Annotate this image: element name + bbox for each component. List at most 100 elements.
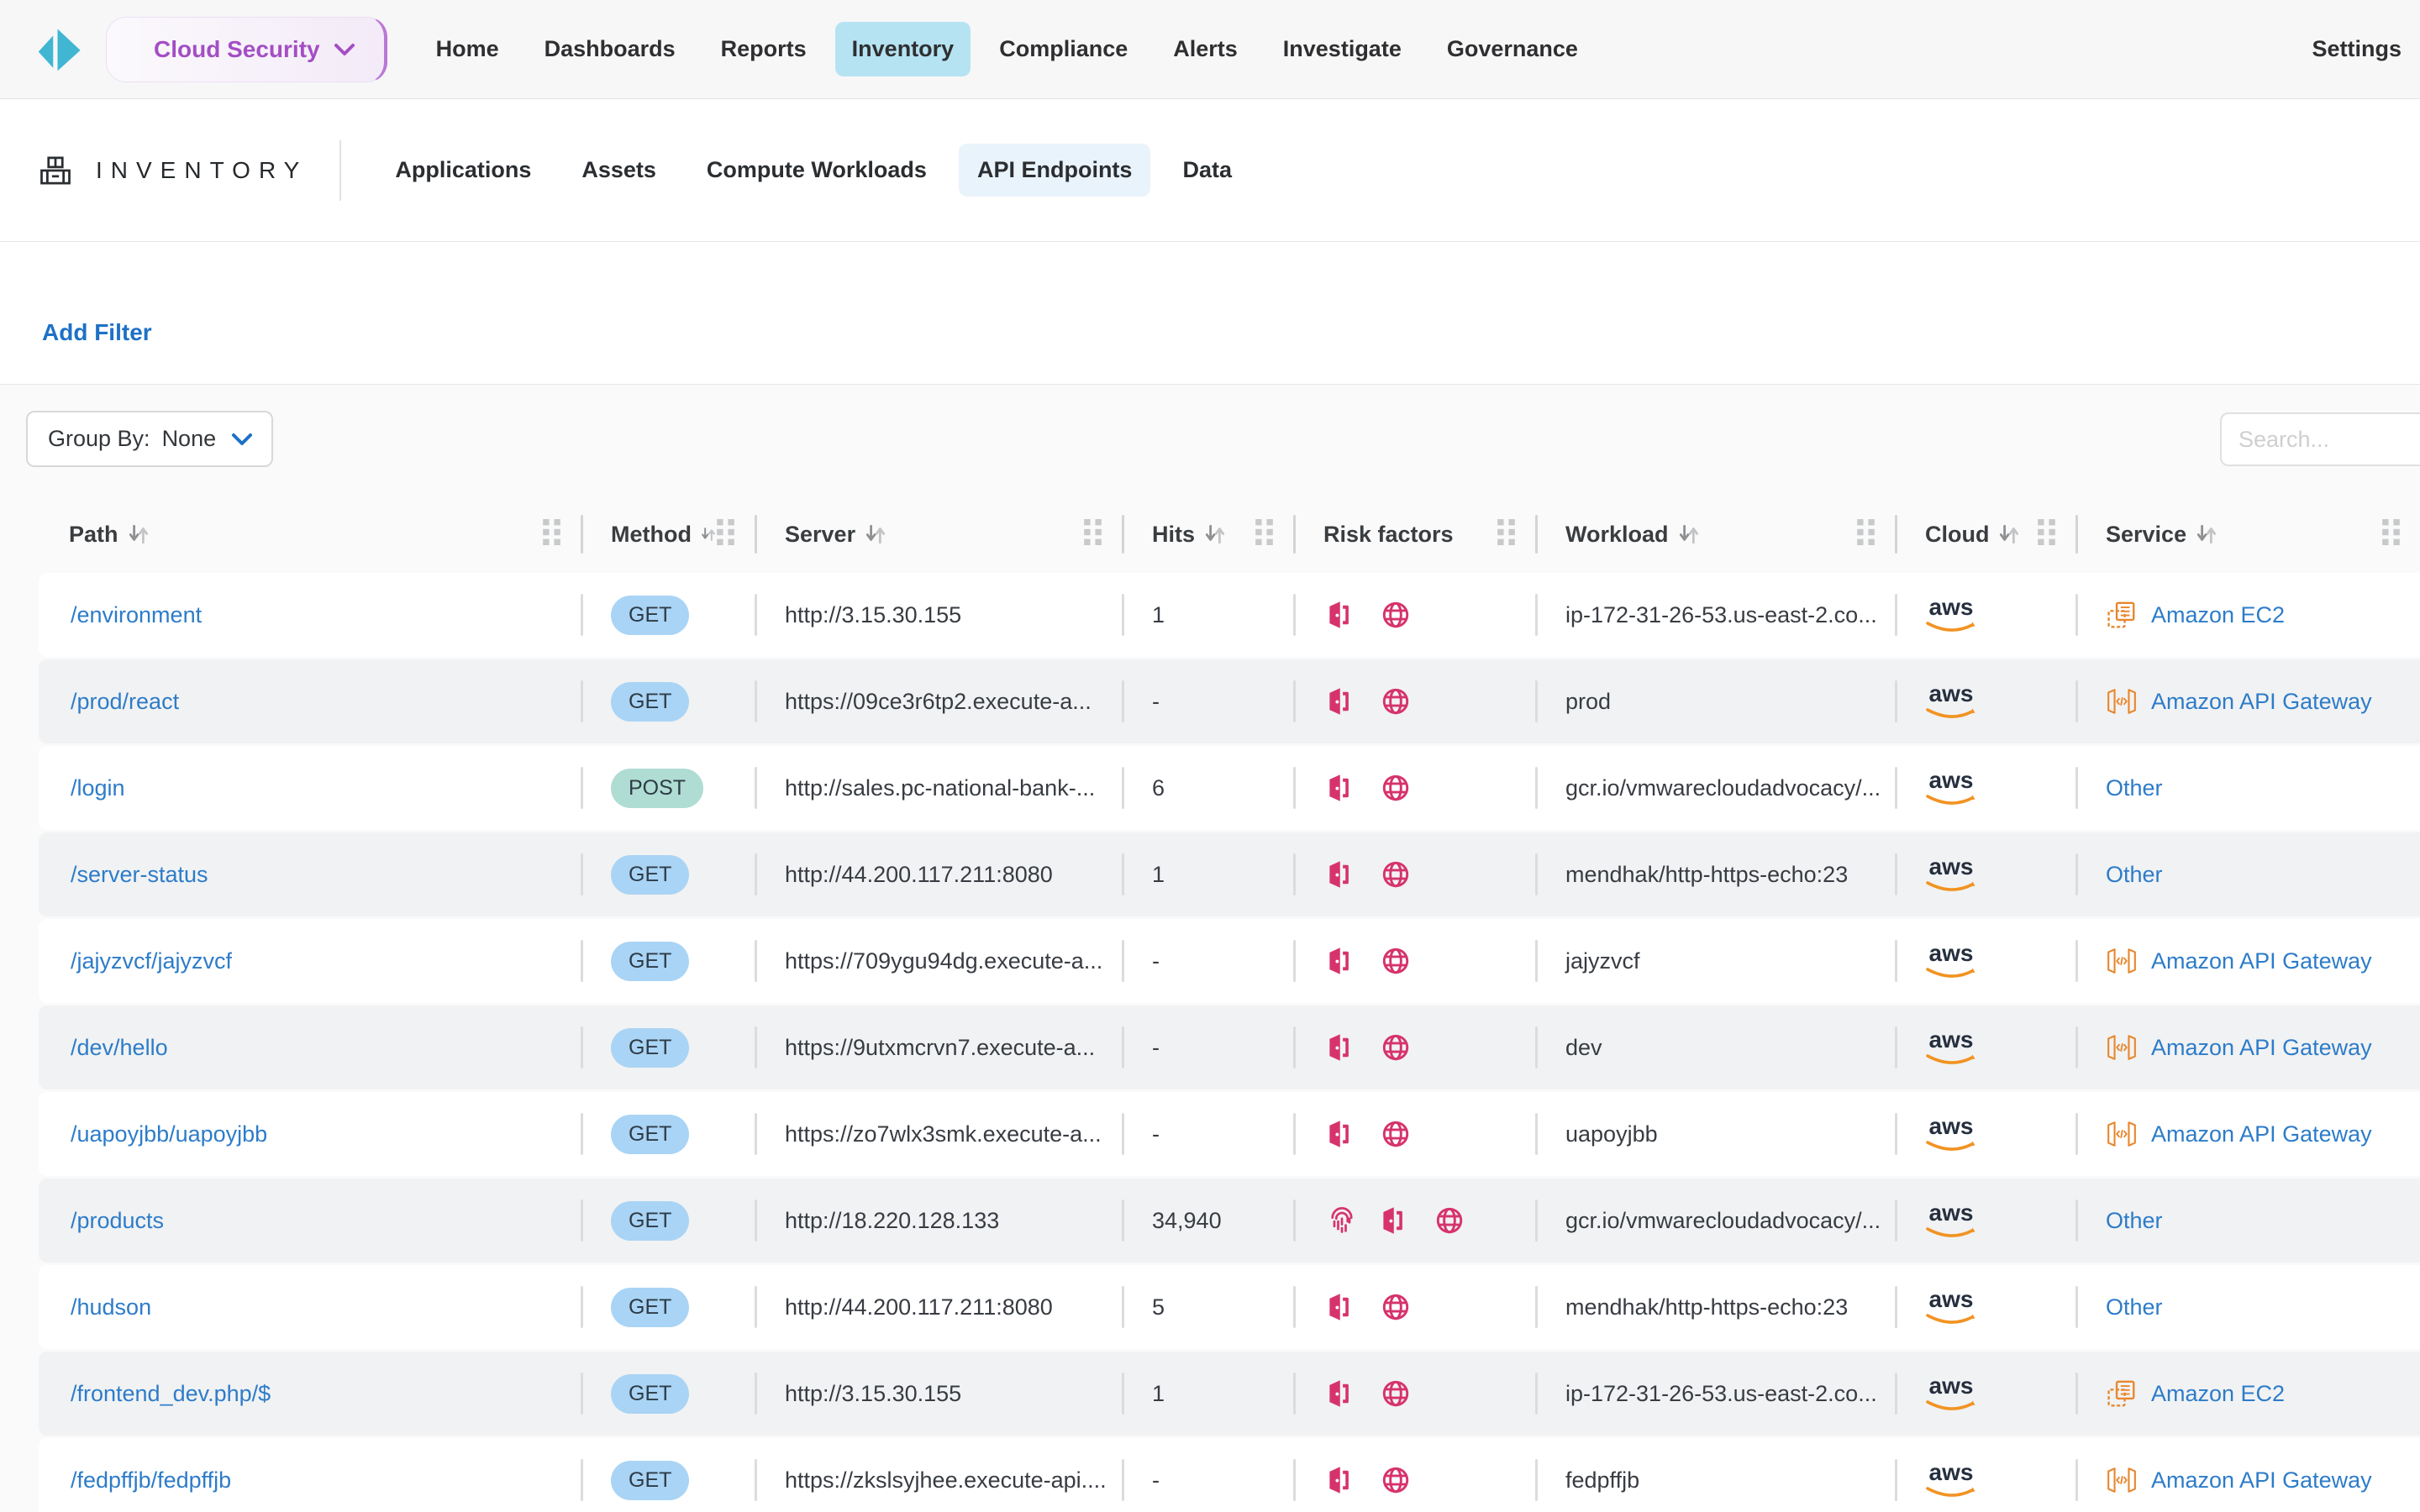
column-drag-handle[interactable] bbox=[1084, 519, 1102, 549]
aws-cloud-icon: aws bbox=[1925, 769, 1977, 807]
nav-item-compliance[interactable]: Compliance bbox=[982, 22, 1144, 76]
cell-workload: fedpffjb bbox=[1535, 1438, 1895, 1512]
sort-icon[interactable] bbox=[1997, 522, 2021, 546]
cell-service: Amazon API Gateway bbox=[2075, 1005, 2420, 1089]
service-link[interactable]: Amazon API Gateway bbox=[2151, 1121, 2372, 1147]
cell-hits: 5 bbox=[1122, 1265, 1293, 1349]
cell-risk-factors bbox=[1293, 919, 1535, 1003]
nav-item-governance[interactable]: Governance bbox=[1430, 22, 1595, 76]
sort-icon[interactable] bbox=[700, 522, 717, 546]
service-link[interactable]: Amazon EC2 bbox=[2151, 1381, 2285, 1407]
cell-service: Other bbox=[2075, 746, 2420, 830]
column-drag-handle[interactable] bbox=[543, 519, 560, 549]
amazon-api-gateway-icon bbox=[2106, 1032, 2138, 1063]
nav-item-reports[interactable]: Reports bbox=[704, 22, 823, 76]
tab-data[interactable]: Data bbox=[1164, 144, 1250, 197]
cell-server: https://09ce3r6tp2.execute-a... bbox=[755, 659, 1122, 743]
main-nav: Home Dashboards Reports Inventory Compli… bbox=[419, 22, 1595, 76]
tab-compute-workloads[interactable]: Compute Workloads bbox=[688, 144, 945, 197]
path-link[interactable]: /login bbox=[71, 775, 125, 801]
cell-path: /fedpffjb/fedpffjb bbox=[39, 1438, 581, 1512]
nav-item-settings[interactable]: Settings bbox=[2312, 36, 2407, 62]
product-switcher[interactable]: Cloud Security bbox=[106, 17, 387, 82]
drag-handle-icon[interactable] bbox=[1857, 519, 1875, 545]
filter-band: Add Filter bbox=[0, 242, 2420, 385]
cell-method: GET bbox=[581, 1265, 755, 1349]
path-link[interactable]: /frontend_dev.php/$ bbox=[71, 1381, 271, 1407]
open-door-risk-icon bbox=[1327, 600, 1357, 630]
table-row: /server-status GET http://44.200.117.211… bbox=[39, 832, 2420, 916]
service-link[interactable]: Amazon API Gateway bbox=[2151, 689, 2372, 715]
tab-applications[interactable]: Applications bbox=[376, 144, 550, 197]
service-link[interactable]: Amazon API Gateway bbox=[2151, 948, 2372, 974]
column-drag-handle[interactable] bbox=[1857, 519, 1875, 549]
nav-item-alerts[interactable]: Alerts bbox=[1156, 22, 1255, 76]
service-link[interactable]: Other bbox=[2106, 862, 2163, 888]
path-link[interactable]: /dev/hello bbox=[71, 1035, 168, 1061]
cell-service: Amazon EC2 bbox=[2075, 573, 2420, 657]
path-link[interactable]: /server-status bbox=[71, 862, 208, 888]
add-filter-button[interactable]: Add Filter bbox=[42, 319, 152, 346]
tab-assets[interactable]: Assets bbox=[563, 144, 675, 197]
table-row: /frontend_dev.php/$ GET http://3.15.30.1… bbox=[39, 1352, 2420, 1436]
cell-risk-factors bbox=[1293, 1092, 1535, 1176]
aws-cloud-icon: aws bbox=[1925, 1374, 1977, 1413]
group-by-dropdown[interactable]: Group By: None bbox=[26, 411, 273, 467]
cell-service: Amazon API Gateway bbox=[2075, 1438, 2420, 1512]
drag-handle-icon[interactable] bbox=[717, 519, 734, 545]
table-header: Path Method Server Hits Risk factors Wor… bbox=[39, 507, 2420, 562]
service-link[interactable]: Other bbox=[2106, 775, 2163, 801]
internet-globe-risk-icon bbox=[1381, 1119, 1411, 1149]
table-body: /environment GET http://3.15.30.155 1 ip… bbox=[39, 573, 2420, 1512]
service-link[interactable]: Amazon EC2 bbox=[2151, 602, 2285, 628]
cell-risk-factors bbox=[1293, 1005, 1535, 1089]
path-link[interactable]: /jajyzvcf/jajyzvcf bbox=[71, 948, 232, 974]
path-link[interactable]: /uapoyjbb/uapoyjbb bbox=[71, 1121, 267, 1147]
column-drag-handle[interactable] bbox=[717, 519, 734, 549]
path-link[interactable]: /fedpffjb/fedpffjb bbox=[71, 1467, 231, 1494]
sort-icon[interactable] bbox=[127, 522, 150, 546]
cell-server: https://zo7wlx3smk.execute-a... bbox=[755, 1092, 1122, 1176]
nav-item-dashboards[interactable]: Dashboards bbox=[528, 22, 692, 76]
cell-method: GET bbox=[581, 659, 755, 743]
drag-handle-icon[interactable] bbox=[2382, 519, 2400, 545]
nav-item-investigate[interactable]: Investigate bbox=[1266, 22, 1418, 76]
search-input[interactable] bbox=[2220, 412, 2420, 466]
nav-item-home[interactable]: Home bbox=[419, 22, 516, 76]
table-row: /fedpffjb/fedpffjb GET https://zkslsyjhe… bbox=[39, 1438, 2420, 1512]
sort-icon[interactable] bbox=[2195, 522, 2218, 546]
drag-handle-icon[interactable] bbox=[543, 519, 560, 545]
open-door-risk-icon bbox=[1327, 1032, 1357, 1063]
cell-risk-factors bbox=[1293, 832, 1535, 916]
sort-icon[interactable] bbox=[1677, 522, 1701, 546]
path-link[interactable]: /hudson bbox=[71, 1294, 151, 1320]
tab-api-endpoints[interactable]: API Endpoints bbox=[959, 144, 1151, 197]
column-drag-handle[interactable] bbox=[2038, 519, 2055, 549]
chevron-down-icon bbox=[231, 432, 253, 447]
cell-hits: - bbox=[1122, 1092, 1293, 1176]
service-link[interactable]: Amazon API Gateway bbox=[2151, 1467, 2372, 1494]
column-label: Service bbox=[2106, 522, 2186, 548]
drag-handle-icon[interactable] bbox=[2038, 519, 2055, 545]
method-badge: GET bbox=[611, 1115, 689, 1154]
internet-globe-risk-icon bbox=[1381, 1032, 1411, 1063]
sort-icon[interactable] bbox=[864, 522, 887, 546]
aws-cloud-icon: aws bbox=[1925, 855, 1977, 894]
path-link[interactable]: /prod/react bbox=[71, 689, 179, 715]
path-link[interactable]: /products bbox=[71, 1208, 164, 1234]
service-link[interactable]: Other bbox=[2106, 1208, 2163, 1234]
sort-icon[interactable] bbox=[1203, 522, 1227, 546]
column-drag-handle[interactable] bbox=[1497, 519, 1515, 549]
method-badge: GET bbox=[611, 596, 689, 635]
column-label: Hits bbox=[1152, 522, 1195, 548]
nav-item-inventory[interactable]: Inventory bbox=[835, 22, 971, 76]
service-link[interactable]: Other bbox=[2106, 1294, 2163, 1320]
drag-handle-icon[interactable] bbox=[1497, 519, 1515, 545]
service-link[interactable]: Amazon API Gateway bbox=[2151, 1035, 2372, 1061]
column-drag-handle[interactable] bbox=[2382, 519, 2400, 549]
path-link[interactable]: /environment bbox=[71, 602, 202, 628]
drag-handle-icon[interactable] bbox=[1255, 519, 1273, 545]
column-drag-handle[interactable] bbox=[1255, 519, 1273, 549]
drag-handle-icon[interactable] bbox=[1084, 519, 1102, 545]
aws-cloud-icon: aws bbox=[1925, 942, 1977, 980]
